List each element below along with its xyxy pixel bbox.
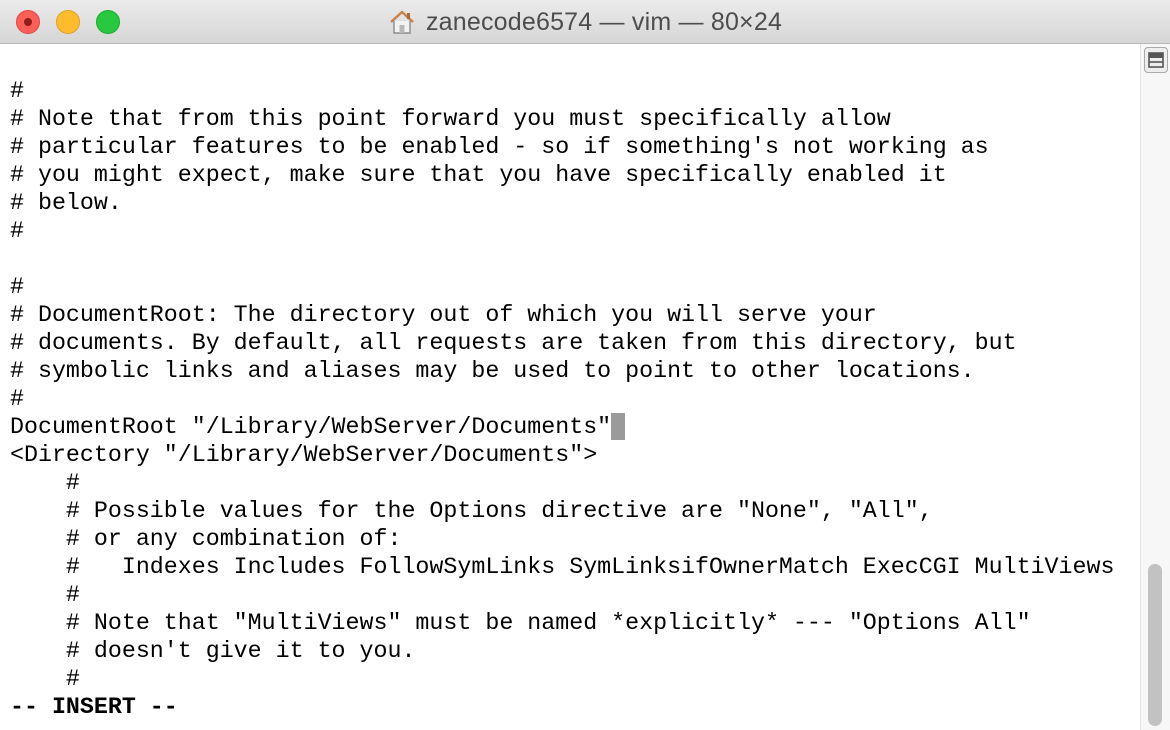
terminal-line: # symbolic links and aliases may be used… bbox=[10, 358, 975, 384]
terminal-line: # bbox=[10, 666, 80, 692]
terminal-line-text: DocumentRoot "/Library/WebServer/Documen… bbox=[10, 414, 612, 440]
terminal-line: # you might expect, make sure that you h… bbox=[10, 162, 947, 188]
vertical-scrollbar[interactable] bbox=[1140, 44, 1170, 730]
window-title: zanecode6574 — vim — 80×24 bbox=[0, 0, 1170, 44]
terminal-window: zanecode6574 — vim — 80×24 # # Note that… bbox=[0, 0, 1170, 730]
terminal-line: # or any combination of: bbox=[10, 526, 402, 552]
terminal-line: # doesn't give it to you. bbox=[10, 638, 416, 664]
terminal-line: # below. bbox=[10, 190, 122, 216]
terminal-line: # Note that from this point forward you … bbox=[10, 106, 891, 132]
home-icon bbox=[388, 9, 416, 35]
split-pane-button[interactable] bbox=[1144, 47, 1168, 73]
vim-mode-status: -- INSERT -- bbox=[10, 694, 178, 720]
text-cursor bbox=[611, 413, 626, 440]
split-pane-icon bbox=[1148, 52, 1164, 68]
terminal-line: # bbox=[10, 386, 24, 412]
terminal-line: # bbox=[10, 582, 80, 608]
terminal-line: <Directory "/Library/WebServer/Documents… bbox=[10, 442, 598, 468]
terminal-line: # Indexes Includes FollowSymLinks SymLin… bbox=[10, 554, 1115, 580]
terminal-lines: # # Note that from this point forward yo… bbox=[10, 77, 1114, 721]
terminal-line: # particular features to be enabled - so… bbox=[10, 134, 989, 160]
terminal-line: # bbox=[10, 274, 24, 300]
terminal-line: # bbox=[10, 78, 24, 104]
terminal-content[interactable]: # # Note that from this point forward yo… bbox=[0, 44, 1140, 730]
terminal-line: # bbox=[10, 470, 80, 496]
terminal-line: # DocumentRoot: The directory out of whi… bbox=[10, 302, 877, 328]
cursor-line: DocumentRoot "/Library/WebServer/Documen… bbox=[10, 413, 1114, 441]
terminal-line: # documents. By default, all requests ar… bbox=[10, 330, 1017, 356]
terminal-line: # Possible values for the Options direct… bbox=[10, 498, 933, 524]
title-bar[interactable]: zanecode6574 — vim — 80×24 bbox=[0, 0, 1170, 44]
scrollbar-thumb[interactable] bbox=[1148, 564, 1162, 726]
window-title-text: zanecode6574 — vim — 80×24 bbox=[425, 7, 783, 36]
terminal-line: # bbox=[10, 218, 24, 244]
terminal-line: # Note that "MultiViews" must be named *… bbox=[10, 610, 1031, 636]
